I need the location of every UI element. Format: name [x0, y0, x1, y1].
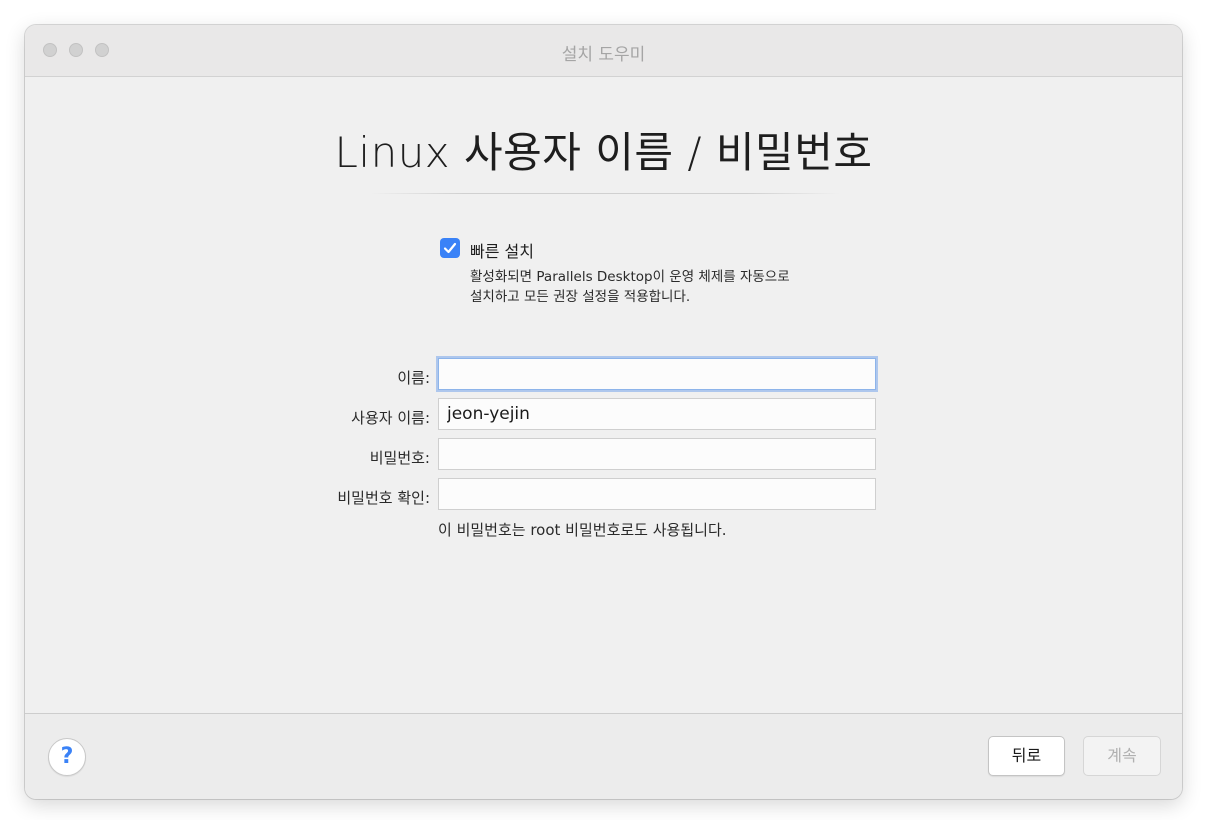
footer-bar: ? 뒤로 계속	[25, 713, 1182, 799]
quick-install-checkbox[interactable]	[440, 238, 460, 258]
name-label: 이름:	[397, 369, 430, 387]
page-title: Linux 사용자 이름 / 비밀번호	[334, 128, 873, 177]
quick-install-label[interactable]: 빠른 설치	[470, 238, 534, 262]
password-label: 비밀번호:	[369, 449, 430, 467]
window-title: 설치 도우미	[561, 45, 646, 65]
main-content: Linux 사용자 이름 / 비밀번호 빠른 설치 활성화되면 Parallel…	[25, 77, 1182, 714]
back-button[interactable]: 뒤로	[988, 736, 1065, 776]
quick-install-description: 활성화되면 Parallels Desktop이 운영 체제를 자동으로 설치하…	[470, 267, 790, 307]
quick-install-description-line: 활성화되면 Parallels Desktop이 운영 체제를 자동으로	[470, 269, 790, 285]
password-confirm-field[interactable]	[438, 478, 876, 510]
password-confirm-label: 비밀번호 확인:	[337, 489, 430, 507]
title-divider	[370, 193, 840, 194]
checkmark-icon	[443, 242, 457, 254]
quick-install-description-line: 설치하고 모든 권장 설정을 적용합니다.	[470, 289, 691, 305]
name-field[interactable]	[438, 358, 876, 390]
username-label: 사용자 이름:	[351, 409, 430, 427]
installer-window: 설치 도우미 Linux 사용자 이름 / 비밀번호 빠른 설치 활성화되면 P…	[25, 25, 1182, 799]
password-note: 이 비밀번호는 root 비밀번호로도 사용됩니다.	[438, 521, 727, 539]
help-button[interactable]: ?	[48, 738, 86, 776]
continue-button[interactable]: 계속	[1083, 736, 1161, 776]
password-field[interactable]	[438, 438, 876, 470]
title-bar: 설치 도우미	[25, 25, 1182, 77]
question-mark-icon: ?	[60, 744, 74, 769]
username-field[interactable]	[438, 398, 876, 430]
